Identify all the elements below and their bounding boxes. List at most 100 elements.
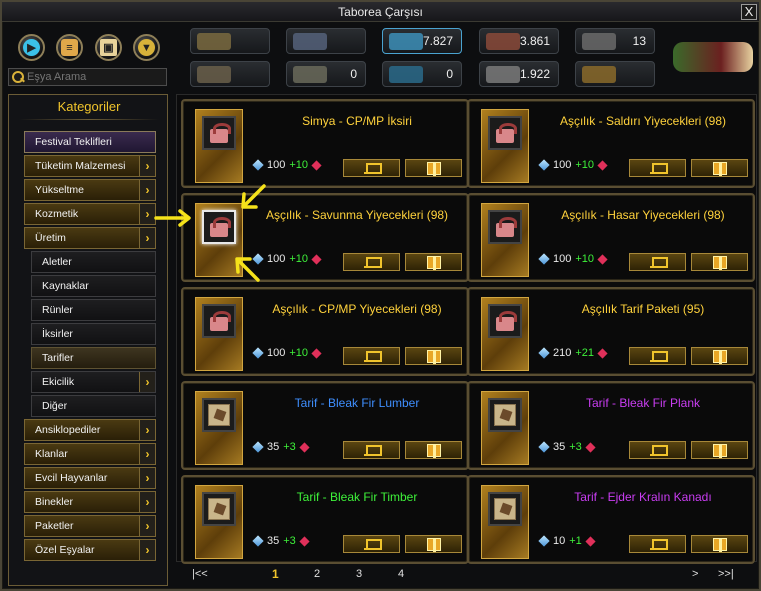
annotation-arrow-bottom xyxy=(230,252,262,284)
scroll-button[interactable]: ≡ xyxy=(56,34,83,61)
gift-box-icon xyxy=(208,310,231,332)
buy-button[interactable] xyxy=(343,441,400,459)
item-card[interactable]: Aşçılık Tarif Paketi (95) 210 +21 xyxy=(467,287,755,376)
item-card[interactable]: Simya - CP/MP İksiri 100 +10 xyxy=(181,99,469,188)
buy-button[interactable] xyxy=(343,347,400,365)
item-icon-slot[interactable] xyxy=(488,116,522,150)
gift-button[interactable] xyxy=(405,535,462,553)
gift-button[interactable] xyxy=(691,159,748,177)
chevron-down-icon[interactable]: › xyxy=(139,228,155,248)
annotation-arrow-left xyxy=(154,208,194,228)
sidebar-item-mounts[interactable]: Binekler › xyxy=(24,491,156,513)
sidebar-item-encyclopedia[interactable]: Ansiklopediler › xyxy=(24,419,156,441)
item-price: 10 +1 xyxy=(538,535,596,547)
sidebar-item-consumables[interactable]: Tüketim Malzemesi › xyxy=(24,155,156,177)
item-card[interactable]: Aşçılık - Saldırı Yiyecekleri (98) 100 +1… xyxy=(467,99,755,188)
chevron-right-icon[interactable]: › xyxy=(139,444,155,464)
buy-button[interactable] xyxy=(343,535,400,553)
box-button[interactable]: ▣ xyxy=(95,34,122,61)
cash-shop-emblem[interactable] xyxy=(673,42,753,72)
sidebar-subitem-farming[interactable]: Ekicilik › xyxy=(31,371,156,393)
gift-button[interactable] xyxy=(405,253,462,271)
item-card[interactable]: Aşçılık - Savunma Yiyecekleri (98) 100 +1… xyxy=(181,193,469,282)
next-page-button[interactable]: > xyxy=(692,568,698,580)
item-card[interactable]: Aşçılık - CP/MP Yiyecekleri (98) 100 +10 xyxy=(181,287,469,376)
title-bar[interactable]: Taborea Çarşısı X xyxy=(2,2,759,22)
sidebar-subitem-other[interactable]: Diğer xyxy=(31,395,156,417)
gift-button[interactable] xyxy=(691,535,748,553)
sidebar-item-production[interactable]: Üretim › xyxy=(24,227,156,249)
chevron-right-icon[interactable]: › xyxy=(139,516,155,536)
item-name: Aşçılık - Saldırı Yiyecekleri (98) xyxy=(559,114,727,128)
buy-button[interactable] xyxy=(629,441,686,459)
first-page-button[interactable]: |<< xyxy=(192,568,208,580)
item-price: 100 +10 xyxy=(538,253,608,265)
chevron-right-icon[interactable]: › xyxy=(139,468,155,488)
buy-button[interactable] xyxy=(629,253,686,271)
item-icon-slot[interactable] xyxy=(202,492,236,526)
search-input[interactable] xyxy=(27,71,163,83)
sidebar-item-upgrade[interactable]: Yükseltme › xyxy=(24,179,156,201)
sidebar-subitem-runes[interactable]: Rünler xyxy=(31,299,156,321)
item-icon-slot[interactable] xyxy=(202,398,236,432)
gift-button[interactable] xyxy=(405,441,462,459)
buy-button[interactable] xyxy=(629,535,686,553)
annotation-arrow-top xyxy=(236,182,268,212)
item-card[interactable]: Aşçılık - Hasar Yiyecekleri (98) 100 +10 xyxy=(467,193,755,282)
item-icon-slot[interactable] xyxy=(488,398,522,432)
filter-button[interactable]: ▼ xyxy=(133,34,160,61)
chevron-right-icon[interactable]: › xyxy=(139,540,155,560)
play-button[interactable]: ▶ xyxy=(18,34,45,61)
buy-button[interactable] xyxy=(629,347,686,365)
buy-button[interactable] xyxy=(343,159,400,177)
chevron-right-icon[interactable]: › xyxy=(139,156,155,176)
sidebar-subitem-potions[interactable]: İksirler xyxy=(31,323,156,345)
chevron-right-icon[interactable]: › xyxy=(139,420,155,440)
page-3-button[interactable]: 3 xyxy=(356,568,362,580)
gift-box-icon xyxy=(208,216,231,238)
item-card[interactable]: Tarif - Bleak Fir Lumber 35 +3 xyxy=(181,381,469,470)
page-4-button[interactable]: 4 xyxy=(398,568,404,580)
chevron-right-icon[interactable]: › xyxy=(139,372,155,392)
page-2-button[interactable]: 2 xyxy=(314,568,320,580)
chevron-right-icon[interactable]: › xyxy=(139,492,155,512)
buy-button[interactable] xyxy=(343,253,400,271)
sidebar-subitem-tools[interactable]: Aletler xyxy=(31,251,156,273)
item-icon-slot[interactable] xyxy=(202,304,236,338)
gift-icon xyxy=(712,537,727,552)
item-card[interactable]: Tarif - Bleak Fir Plank 35 +3 xyxy=(467,381,755,470)
buy-button[interactable] xyxy=(629,159,686,177)
sidebar-item-packages[interactable]: Paketler › xyxy=(24,515,156,537)
item-icon-slot[interactable] xyxy=(488,210,522,244)
diamond-icon xyxy=(252,535,264,547)
gift-button[interactable] xyxy=(405,347,462,365)
page-1-button[interactable]: 1 xyxy=(272,567,279,581)
item-icon-slot[interactable] xyxy=(488,492,522,526)
sidebar-item-guilds[interactable]: Klanlar › xyxy=(24,443,156,465)
chevron-right-icon[interactable]: › xyxy=(139,180,155,200)
sidebar-item-special[interactable]: Özel Eşyalar › xyxy=(24,539,156,561)
sidebar-subitem-resources[interactable]: Kaynaklar xyxy=(31,275,156,297)
ruby-icon xyxy=(311,159,322,171)
sidebar-item-cosmetic[interactable]: Kozmetik › xyxy=(24,203,156,225)
chevron-right-icon[interactable]: › xyxy=(139,204,155,224)
item-card[interactable]: Tarif - Bleak Fir Timber 35 +3 xyxy=(181,475,469,564)
item-price: 100 +10 xyxy=(252,347,322,359)
sidebar-item-festival[interactable]: Festival Teklifleri xyxy=(24,131,156,153)
search-field[interactable] xyxy=(8,68,167,86)
gift-button[interactable] xyxy=(691,347,748,365)
last-page-button[interactable]: >>| xyxy=(718,568,734,580)
recipe-icon xyxy=(208,404,230,426)
sidebar-item-pets[interactable]: Evcil Hayvanlar › xyxy=(24,467,156,489)
sidebar-subitem-recipes[interactable]: Tarifler xyxy=(31,347,156,369)
item-card[interactable]: Tarif - Ejder Kralın Kanadı 10 +1 xyxy=(467,475,755,564)
item-icon-slot-selected[interactable] xyxy=(202,210,236,244)
item-icon-slot[interactable] xyxy=(488,304,522,338)
ruby-balance: 3.861 xyxy=(479,28,559,54)
close-button[interactable]: X xyxy=(741,4,757,20)
ruby-icon xyxy=(597,253,608,265)
gift-button[interactable] xyxy=(405,159,462,177)
gift-button[interactable] xyxy=(691,441,748,459)
item-icon-slot[interactable] xyxy=(202,116,236,150)
gift-button[interactable] xyxy=(691,253,748,271)
